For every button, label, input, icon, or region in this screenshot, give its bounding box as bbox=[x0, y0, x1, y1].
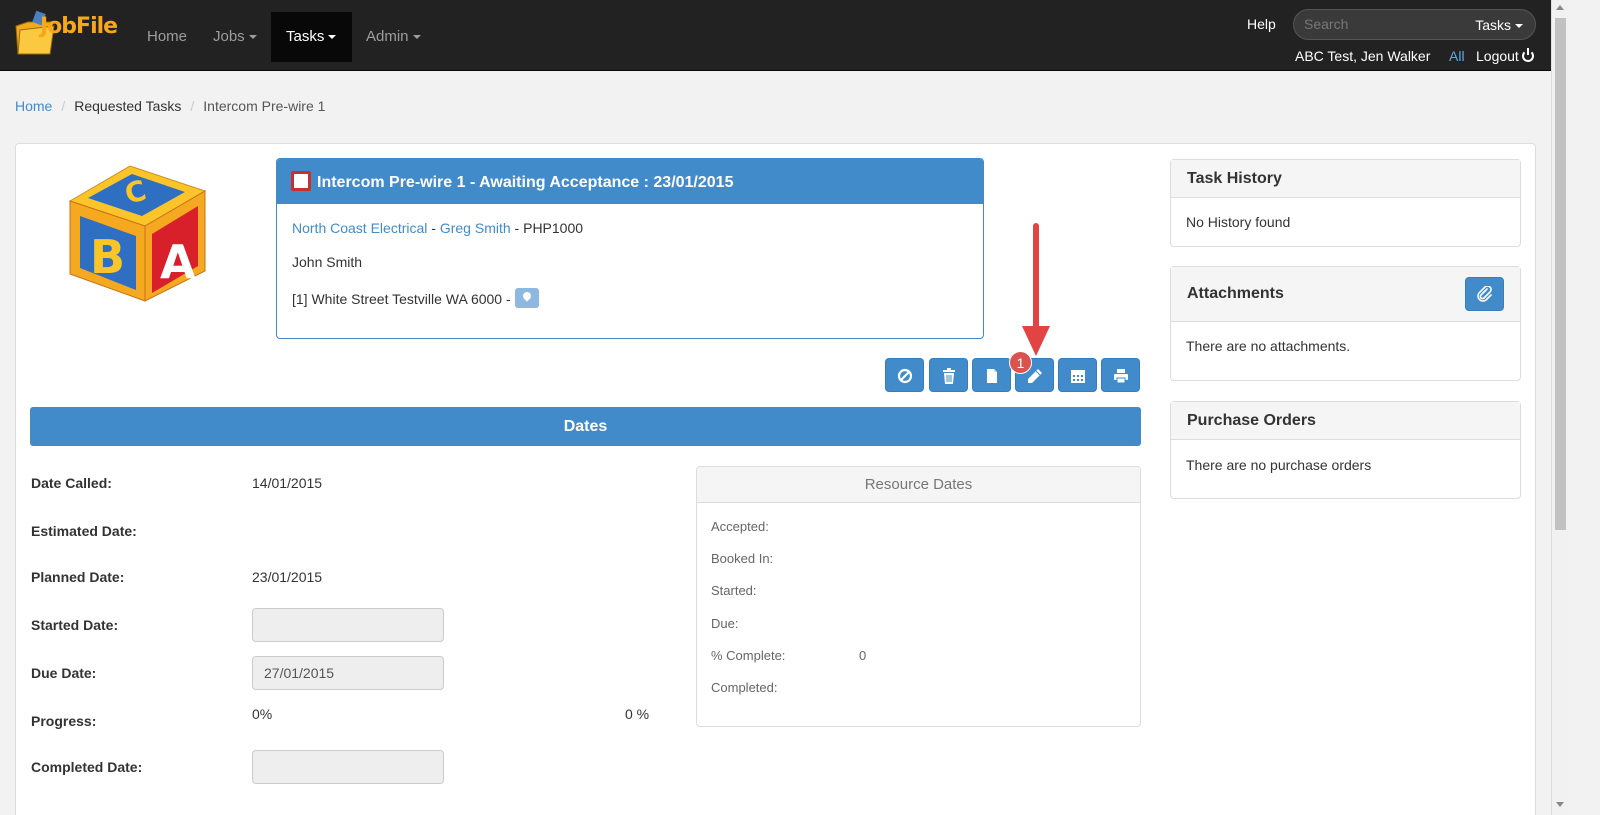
accepted-label: Accepted: bbox=[711, 519, 769, 534]
resource-dates-panel: Resource Dates Accepted: Booked In: Star… bbox=[696, 466, 1141, 727]
caret-down-icon bbox=[412, 35, 421, 40]
nav-tasks[interactable]: Tasks bbox=[271, 12, 352, 62]
task-title: Intercom Pre-wire 1 - Awaiting Acceptanc… bbox=[317, 174, 734, 191]
nav-admin[interactable]: Admin bbox=[351, 12, 436, 62]
customer-name: John Smith bbox=[292, 254, 363, 270]
pencil-icon bbox=[1028, 369, 1042, 383]
breadcrumb: Home / Requested Tasks / Intercom Pre-wire 1 bbox=[15, 98, 325, 114]
search-scope-dropdown[interactable]: Tasks bbox=[1475, 17, 1523, 33]
purchase-orders-empty: There are no purchase orders bbox=[1186, 457, 1372, 473]
completed-date-field[interactable] bbox=[252, 750, 444, 784]
due-label: Due: bbox=[711, 616, 739, 631]
task-company-line: North Coast Electrical - Greg Smith - PH… bbox=[292, 220, 968, 236]
started-date-label: Started Date: bbox=[31, 617, 119, 633]
arrow-annotation-icon bbox=[1022, 223, 1050, 356]
task-header: Intercom Pre-wire 1 - Awaiting Acceptanc… bbox=[277, 159, 983, 204]
job-code: PHP1000 bbox=[523, 220, 584, 236]
company-link[interactable]: North Coast Electrical bbox=[292, 220, 427, 236]
trash-icon bbox=[943, 368, 955, 384]
progress-value: 0% bbox=[252, 706, 273, 722]
help-link[interactable]: Help bbox=[1247, 16, 1276, 32]
svg-text:B: B bbox=[90, 230, 125, 284]
booked-in-label: Booked In: bbox=[711, 551, 774, 566]
breadcrumb-requested-tasks: Requested Tasks bbox=[74, 98, 182, 114]
progress-percent: 0 % bbox=[625, 706, 650, 722]
all-link[interactable]: All bbox=[1449, 48, 1465, 64]
task-history-panel: Task History No History found bbox=[1170, 159, 1521, 247]
logout-link[interactable]: Logout bbox=[1476, 48, 1534, 64]
caret-down-icon bbox=[248, 35, 257, 40]
started-date-field[interactable] bbox=[252, 608, 444, 642]
document-button[interactable] bbox=[972, 358, 1011, 392]
purchase-orders-title: Purchase Orders bbox=[1171, 402, 1520, 440]
task-status-checkbox-icon[interactable] bbox=[291, 171, 311, 191]
planned-date-value: 23/01/2015 bbox=[252, 569, 323, 585]
percent-complete-label: % Complete: bbox=[711, 648, 786, 663]
attachments-title: Attachments bbox=[1187, 285, 1284, 302]
power-icon bbox=[1521, 48, 1534, 62]
progress-label: Progress: bbox=[31, 713, 97, 729]
map-marker-icon[interactable] bbox=[514, 288, 539, 308]
planned-date-label: Planned Date: bbox=[31, 569, 125, 585]
scroll-thumb[interactable] bbox=[1555, 18, 1566, 530]
attachments-panel: Attachments There are no attachments. bbox=[1170, 266, 1521, 381]
date-called-label: Date Called: bbox=[31, 475, 112, 491]
breadcrumb-separator: / bbox=[190, 98, 195, 114]
task-info-panel: Intercom Pre-wire 1 - Awaiting Acceptanc… bbox=[276, 158, 984, 339]
breadcrumb-separator: / bbox=[61, 98, 66, 114]
due-date-label: Due Date: bbox=[31, 665, 97, 681]
abc-blocks-image: C B A bbox=[68, 165, 207, 302]
paperclip-icon bbox=[1477, 286, 1492, 302]
completed-date-label: Completed Date: bbox=[31, 759, 143, 775]
task-history-empty: No History found bbox=[1186, 214, 1291, 230]
address-text: [1] White Street Testville WA 6000 - bbox=[292, 291, 511, 307]
nav-jobs[interactable]: Jobs bbox=[198, 12, 272, 62]
scroll-down-icon[interactable] bbox=[1556, 802, 1564, 807]
completed-label: Completed: bbox=[711, 680, 778, 695]
calendar-icon bbox=[1071, 370, 1085, 383]
add-attachment-button[interactable] bbox=[1465, 277, 1504, 311]
estimated-date-label: Estimated Date: bbox=[31, 523, 137, 539]
scroll-up-icon[interactable] bbox=[1556, 5, 1564, 10]
breadcrumb-current: Intercom Pre-wire 1 bbox=[203, 98, 326, 114]
task-history-title: Task History bbox=[1171, 160, 1520, 198]
task-body: North Coast Electrical - Greg Smith - PH… bbox=[277, 204, 983, 342]
search-box: Tasks bbox=[1293, 9, 1536, 40]
cancel-icon bbox=[897, 368, 913, 384]
user-name: ABC Test, Jen Walker bbox=[1295, 48, 1431, 64]
due-date-field[interactable] bbox=[252, 656, 444, 690]
purchase-orders-panel: Purchase Orders There are no purchase or… bbox=[1170, 401, 1521, 499]
address-line: [1] White Street Testville WA 6000 - bbox=[292, 288, 968, 308]
print-button[interactable] bbox=[1101, 358, 1140, 392]
caret-down-icon bbox=[328, 35, 337, 40]
cancel-button[interactable] bbox=[885, 358, 924, 392]
contact-link[interactable]: Greg Smith bbox=[440, 220, 511, 236]
calendar-button[interactable] bbox=[1058, 358, 1097, 392]
separator: - bbox=[514, 220, 520, 236]
date-called-value: 14/01/2015 bbox=[252, 475, 323, 491]
print-icon bbox=[1114, 369, 1128, 384]
resource-dates-header: Resource Dates bbox=[697, 467, 1140, 503]
logo-text[interactable]: JobFile bbox=[40, 14, 118, 39]
attachments-empty: There are no attachments. bbox=[1186, 338, 1351, 354]
notification-badge: 1 bbox=[1009, 351, 1032, 374]
document-icon bbox=[987, 369, 997, 383]
nav-home[interactable]: Home bbox=[132, 12, 202, 62]
caret-down-icon bbox=[1515, 24, 1523, 29]
percent-complete-value: 0 bbox=[859, 648, 867, 663]
started-label: Started: bbox=[711, 583, 757, 598]
top-navbar: JobFile Home Jobs Tasks Admin Help Tasks… bbox=[0, 0, 1551, 71]
page-scrollbar[interactable] bbox=[1551, 0, 1568, 815]
dates-header: Dates bbox=[30, 407, 1141, 446]
svg-text:A: A bbox=[160, 235, 196, 289]
search-input[interactable] bbox=[1304, 16, 1454, 32]
separator: - bbox=[431, 220, 436, 236]
attachments-header: Attachments bbox=[1171, 267, 1520, 322]
breadcrumb-home[interactable]: Home bbox=[15, 98, 52, 114]
delete-button[interactable] bbox=[929, 358, 968, 392]
